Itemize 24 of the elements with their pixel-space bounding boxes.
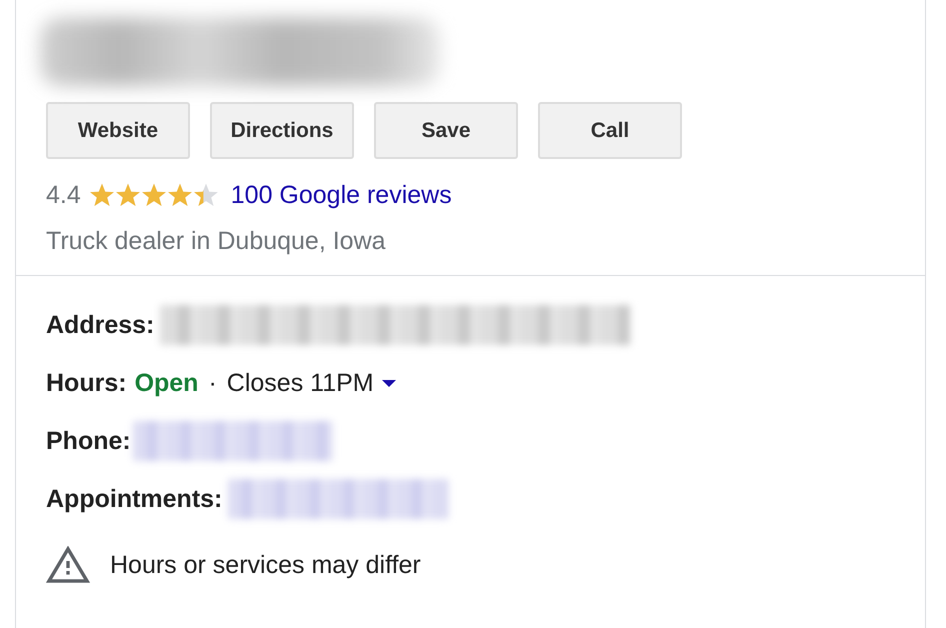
action-button[interactable]: Directions bbox=[210, 102, 354, 159]
blurred-link[interactable] bbox=[132, 421, 333, 461]
action-button[interactable]: Website bbox=[46, 102, 190, 159]
star-icon bbox=[140, 182, 167, 208]
closing-time: Closes 11PM bbox=[226, 368, 374, 398]
separator-dot: · bbox=[208, 368, 217, 398]
reviews-link[interactable]: 100 Google reviews bbox=[230, 180, 452, 210]
blurred-link[interactable] bbox=[228, 479, 448, 519]
notice-text: Hours or services may differ bbox=[110, 550, 421, 580]
caret-icon[interactable] bbox=[382, 380, 396, 386]
open-status: Open bbox=[134, 368, 198, 398]
detail-label: Address: bbox=[46, 310, 154, 340]
star-icon bbox=[88, 182, 115, 208]
warning-icon bbox=[46, 546, 90, 584]
star-icon bbox=[166, 182, 193, 208]
detail-label: Phone: bbox=[46, 426, 131, 456]
star-icon bbox=[192, 182, 219, 208]
action-button[interactable]: Call bbox=[538, 102, 682, 159]
category-text: Truck dealer in Dubuque, Iowa bbox=[46, 227, 387, 256]
action-button[interactable]: Save bbox=[374, 102, 518, 159]
star-icon bbox=[114, 182, 141, 208]
detail-label: Appointments: bbox=[46, 484, 222, 514]
detail-label: Hours: bbox=[46, 368, 127, 398]
rating-value: 4.4 bbox=[46, 180, 81, 210]
